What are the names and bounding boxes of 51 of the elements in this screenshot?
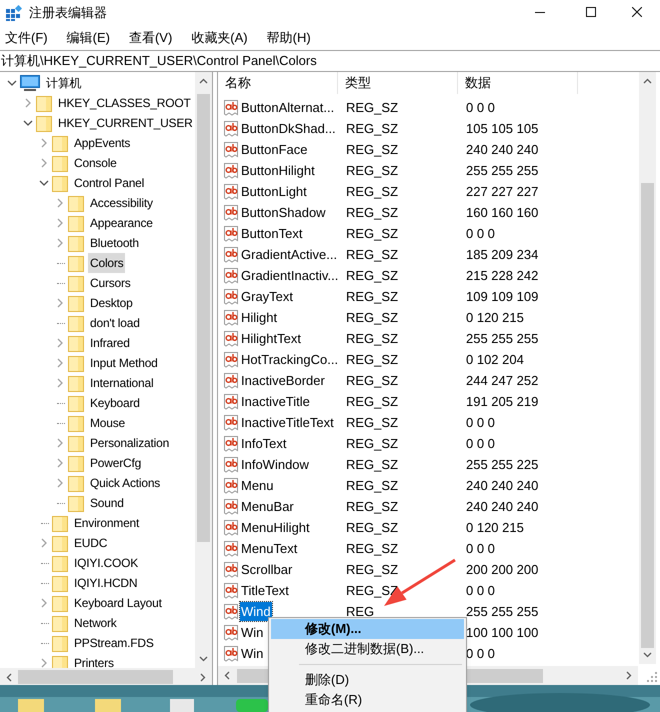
table-cell: REG_SZ (346, 394, 398, 409)
table-cell: 255 255 255 (466, 604, 538, 619)
table-cell: REG_SZ (346, 310, 398, 325)
table-cell: 0 0 0 (466, 226, 495, 241)
table-cell: REG_SZ (346, 456, 398, 472)
table-cell: 0 0 0 (466, 100, 495, 115)
table-cell: 0 0 0 (466, 582, 495, 598)
table-cell: REG_SZ (346, 162, 398, 178)
table-cell: 255 255 225 (466, 456, 538, 472)
table-cell: 0 0 0 (466, 540, 495, 556)
table-cell: REG_SZ (346, 184, 398, 199)
table-cell: 105 105 105 (466, 120, 538, 136)
table-cell: 255 255 255 (466, 330, 538, 346)
table-cell: REG_SZ (346, 372, 398, 388)
table-cell: REG_SZ (346, 478, 398, 493)
table-cell: 240 240 240 (466, 478, 538, 493)
table-cell: REG_SZ (346, 120, 398, 136)
table-cell: 200 200 200 (466, 562, 538, 577)
table-cell: REG_SZ (346, 226, 398, 241)
table-cell: REG_SZ (346, 414, 398, 430)
table-cell: 0 102 204 (466, 352, 524, 367)
table-cell: 0 0 0 (466, 414, 495, 430)
table-cell: 227 227 227 (466, 184, 538, 199)
table-cell: 255 255 255 (466, 162, 538, 178)
table-cell: REG_SZ (346, 288, 398, 304)
table-cell: REG_SZ (346, 204, 398, 220)
table-cell: 240 240 240 (466, 142, 538, 157)
table-cell: REG_SZ (346, 246, 398, 262)
table-cell: 109 109 109 (466, 288, 538, 304)
table-cell: REG_SZ (346, 352, 398, 367)
table-cell: 160 160 160 (466, 204, 538, 220)
table-cell: 240 240 240 (466, 498, 538, 514)
table-cell: 100 100 100 (466, 624, 538, 640)
table-cell: REG_SZ (346, 540, 398, 556)
table-cell: REG_SZ (346, 100, 398, 115)
table-cell: REG (346, 604, 374, 619)
table-cell: REG_SZ (346, 520, 398, 535)
table-cell: REG_SZ (346, 268, 398, 283)
table-cell: REG_SZ (346, 142, 398, 157)
table-cell: 244 247 252 (466, 372, 538, 388)
table-cell: 0 120 215 (466, 520, 524, 535)
table-cell: 185 209 234 (466, 246, 538, 262)
table-cell: REG_SZ (346, 562, 398, 577)
table-cell: REG_SZ (346, 436, 398, 451)
table-cell: REG_SZ (346, 330, 398, 346)
table-cell: 215 228 242 (466, 268, 538, 283)
window-title: 注册表编辑器 (29, 4, 107, 22)
table-cell: 191 205 219 (466, 394, 538, 409)
table-cell: 0 120 215 (466, 310, 524, 325)
table-cell: 0 0 0 (466, 436, 495, 451)
table-cell: REG_SZ (346, 498, 398, 514)
